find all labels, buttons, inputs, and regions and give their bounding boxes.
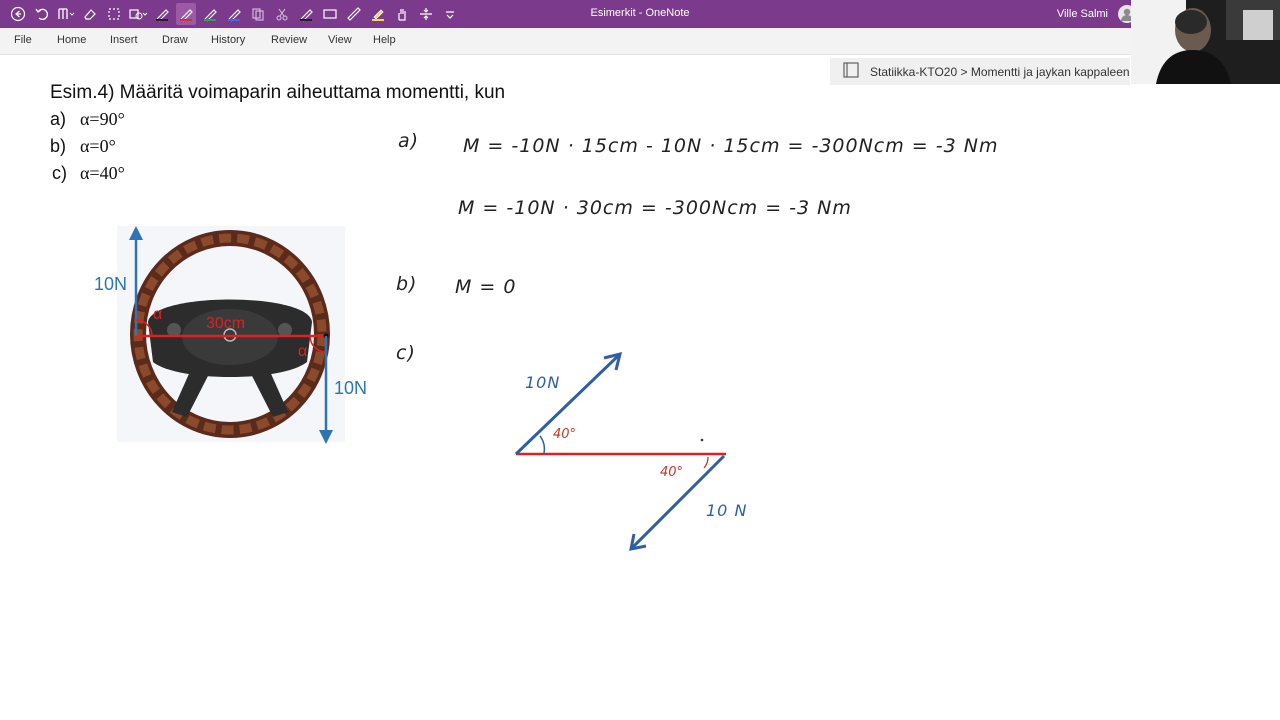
part-value: α=0°	[80, 136, 116, 156]
pen-icon[interactable]	[176, 3, 196, 25]
copy-icon[interactable]	[248, 3, 268, 25]
part-value: α=90°	[80, 109, 125, 129]
part-label: a)	[50, 109, 67, 129]
force-label-top: 10N	[94, 274, 128, 294]
steering-wheel-image	[117, 226, 345, 444]
part-value: α=40°	[80, 163, 125, 183]
insert-space-icon[interactable]	[416, 3, 436, 25]
pen-icon[interactable]	[152, 3, 172, 25]
handwriting-a-line1: M = -10N · 15cm - 10N · 15cm = -300Ncm =…	[463, 135, 999, 157]
back-icon[interactable]	[8, 3, 28, 25]
menu-review[interactable]: Review	[271, 34, 307, 46]
handwriting-b-label: b)	[396, 273, 418, 295]
menu-bar: File Home Insert Draw History Review Vie…	[0, 28, 1280, 55]
menu-insert[interactable]: Insert	[110, 34, 138, 46]
handwriting-b-line: M = 0	[455, 276, 517, 298]
question-part-a: a) α=90°	[50, 109, 250, 133]
handwriting-a-label: a)	[398, 130, 420, 152]
part-label: c)	[52, 163, 67, 183]
distance-label: 30cm	[206, 315, 246, 332]
hand-icon[interactable]	[392, 3, 412, 25]
highlighter-icon[interactable]	[368, 3, 388, 25]
cut-icon[interactable]	[272, 3, 292, 25]
part-label: b)	[50, 136, 67, 156]
handwriting-a-line2: M = -10N · 30cm = -300Ncm = -3 Nm	[458, 197, 852, 219]
menu-view[interactable]: View	[328, 34, 352, 46]
notebook-icon	[842, 62, 860, 81]
handwriting-c-label: c)	[396, 342, 416, 364]
more-icon[interactable]	[440, 3, 460, 25]
menu-help[interactable]: Help	[373, 34, 396, 46]
question-part-c: c) α=40°	[50, 163, 250, 187]
angle-label-right: α	[298, 343, 308, 360]
sketch-force-top: 10N	[525, 373, 561, 392]
question-part-b: b) α=0°	[50, 136, 250, 160]
user-name[interactable]: Ville Salmi	[1057, 8, 1108, 20]
menu-history[interactable]: History	[211, 34, 245, 46]
sketch-angle-top: 40°	[553, 427, 577, 442]
sketch-angle-bottom: 40°	[660, 465, 684, 480]
menu-draw[interactable]: Draw	[162, 34, 188, 46]
pen-icon[interactable]	[200, 3, 220, 25]
lasso-icon[interactable]	[104, 3, 124, 25]
webcam-video	[1131, 0, 1280, 84]
angle-label-left: α	[153, 306, 163, 323]
shape-icon[interactable]	[128, 3, 148, 25]
quick-access-toolbar	[8, 0, 460, 28]
undo-icon[interactable]	[32, 3, 52, 25]
steering-wheel-figure: 10N 10N 30cm α α	[92, 222, 382, 452]
sketch-force-bottom: 10 N	[706, 501, 748, 520]
breadcrumb-text[interactable]: Statiikka-KTO20 > Momentti ja jaykan kap…	[870, 65, 1130, 79]
rectangle-icon[interactable]	[320, 3, 340, 25]
force-label-bottom: 10N	[334, 378, 368, 398]
pen-icon[interactable]	[296, 3, 316, 25]
ruler-icon[interactable]	[344, 3, 364, 25]
eraser-icon[interactable]	[80, 3, 100, 25]
menu-home[interactable]: Home	[57, 34, 86, 46]
breadcrumb[interactable]: Statiikka-KTO20 > Momentti ja jaykan kap…	[830, 58, 1130, 85]
columns-icon[interactable]	[56, 3, 76, 25]
force-couple-sketch: 10N 10 N 40° 40°	[500, 340, 760, 555]
title-bar: Esimerkit - OneNote Ville Salmi	[0, 0, 1280, 28]
question-title: Esim.4) Määritä voimaparin aiheuttama mo…	[50, 82, 506, 103]
menu-file[interactable]: File	[14, 34, 32, 46]
pen-icon[interactable]	[224, 3, 244, 25]
